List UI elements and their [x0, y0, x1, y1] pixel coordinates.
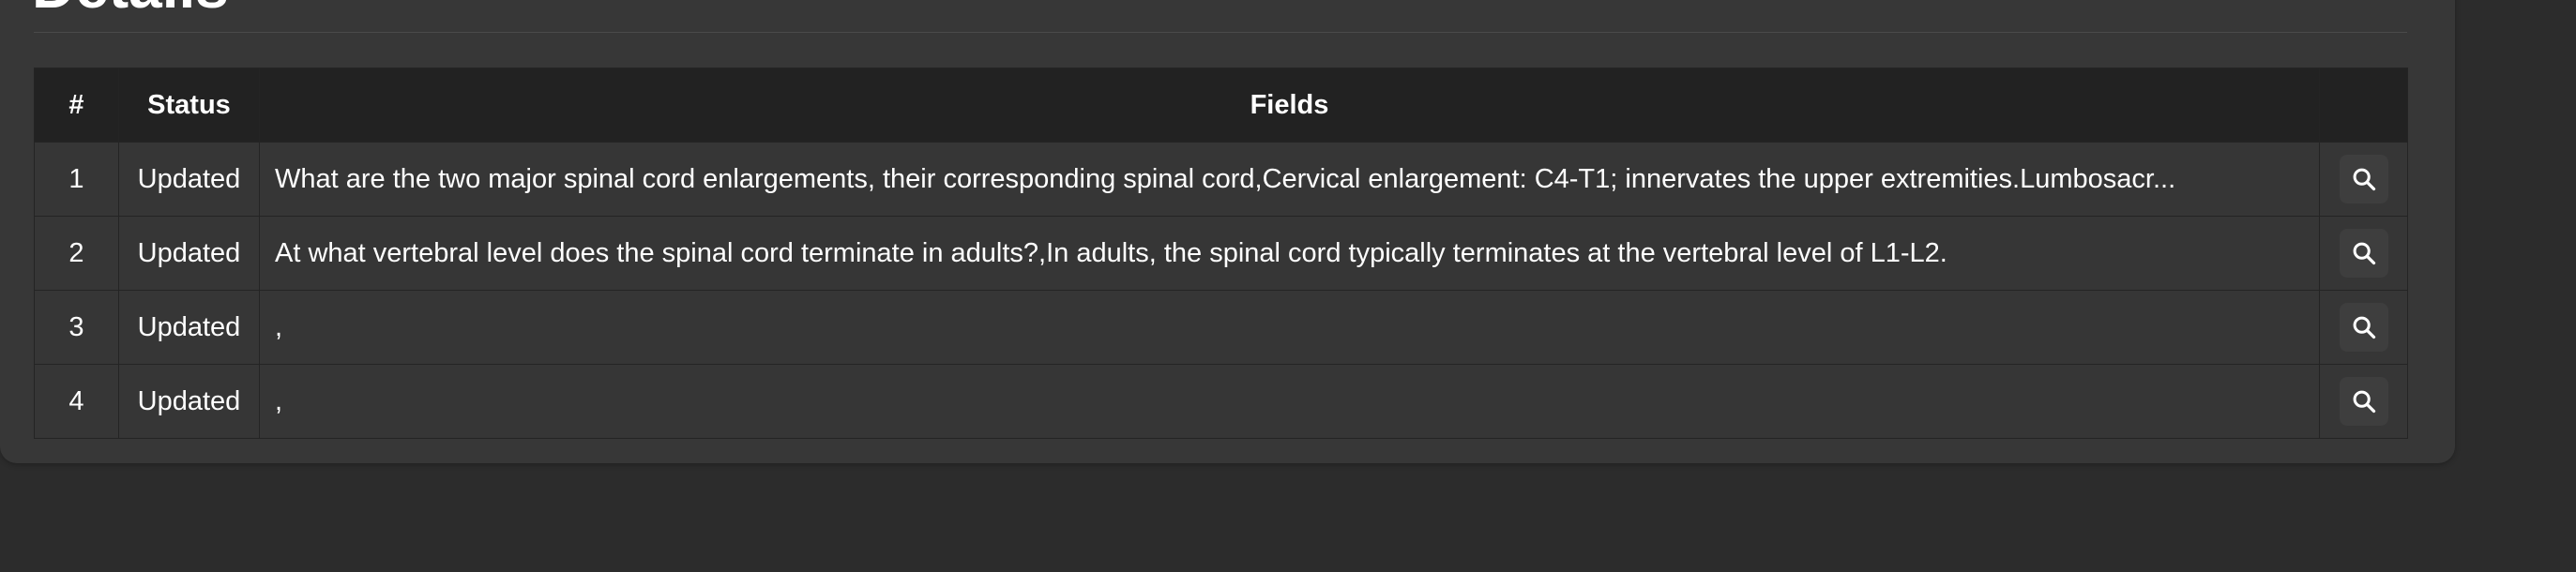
search-button[interactable]: [2339, 155, 2388, 203]
row-number: 3: [34, 290, 119, 365]
details-panel: Details # Status Fields 1 Updated What a…: [0, 0, 2455, 463]
search-icon: [2353, 316, 2375, 339]
column-header-number: #: [34, 68, 119, 143]
row-status: Updated: [118, 364, 260, 439]
search-button[interactable]: [2339, 303, 2388, 352]
table-header-row: # Status Fields: [34, 68, 2408, 143]
column-header-status: Status: [118, 68, 260, 143]
row-fields: What are the two major spinal cord enlar…: [259, 142, 2320, 217]
row-fields: At what vertebral level does the spinal …: [259, 216, 2320, 291]
table-row: 3 Updated ,: [34, 290, 2408, 365]
column-header-actions: [2319, 68, 2408, 143]
column-header-fields: Fields: [259, 68, 2320, 143]
row-number: 2: [34, 216, 119, 291]
table-row: 4 Updated ,: [34, 364, 2408, 439]
row-status: Updated: [118, 142, 260, 217]
table-row: 1 Updated What are the two major spinal …: [34, 142, 2408, 217]
divider: [34, 32, 2407, 33]
row-status: Updated: [118, 290, 260, 365]
row-fields: ,: [259, 364, 2320, 439]
table-row: 2 Updated At what vertebral level does t…: [34, 216, 2408, 291]
row-number: 4: [34, 364, 119, 439]
search-icon: [2353, 242, 2375, 265]
search-icon: [2353, 168, 2375, 191]
page-title: Details: [32, 0, 229, 17]
row-number: 1: [34, 142, 119, 217]
search-button[interactable]: [2339, 377, 2388, 426]
row-fields: ,: [259, 290, 2320, 365]
row-status: Updated: [118, 216, 260, 291]
details-table: # Status Fields 1 Updated What are the t…: [34, 68, 2408, 439]
search-icon: [2353, 390, 2375, 414]
search-button[interactable]: [2339, 229, 2388, 278]
